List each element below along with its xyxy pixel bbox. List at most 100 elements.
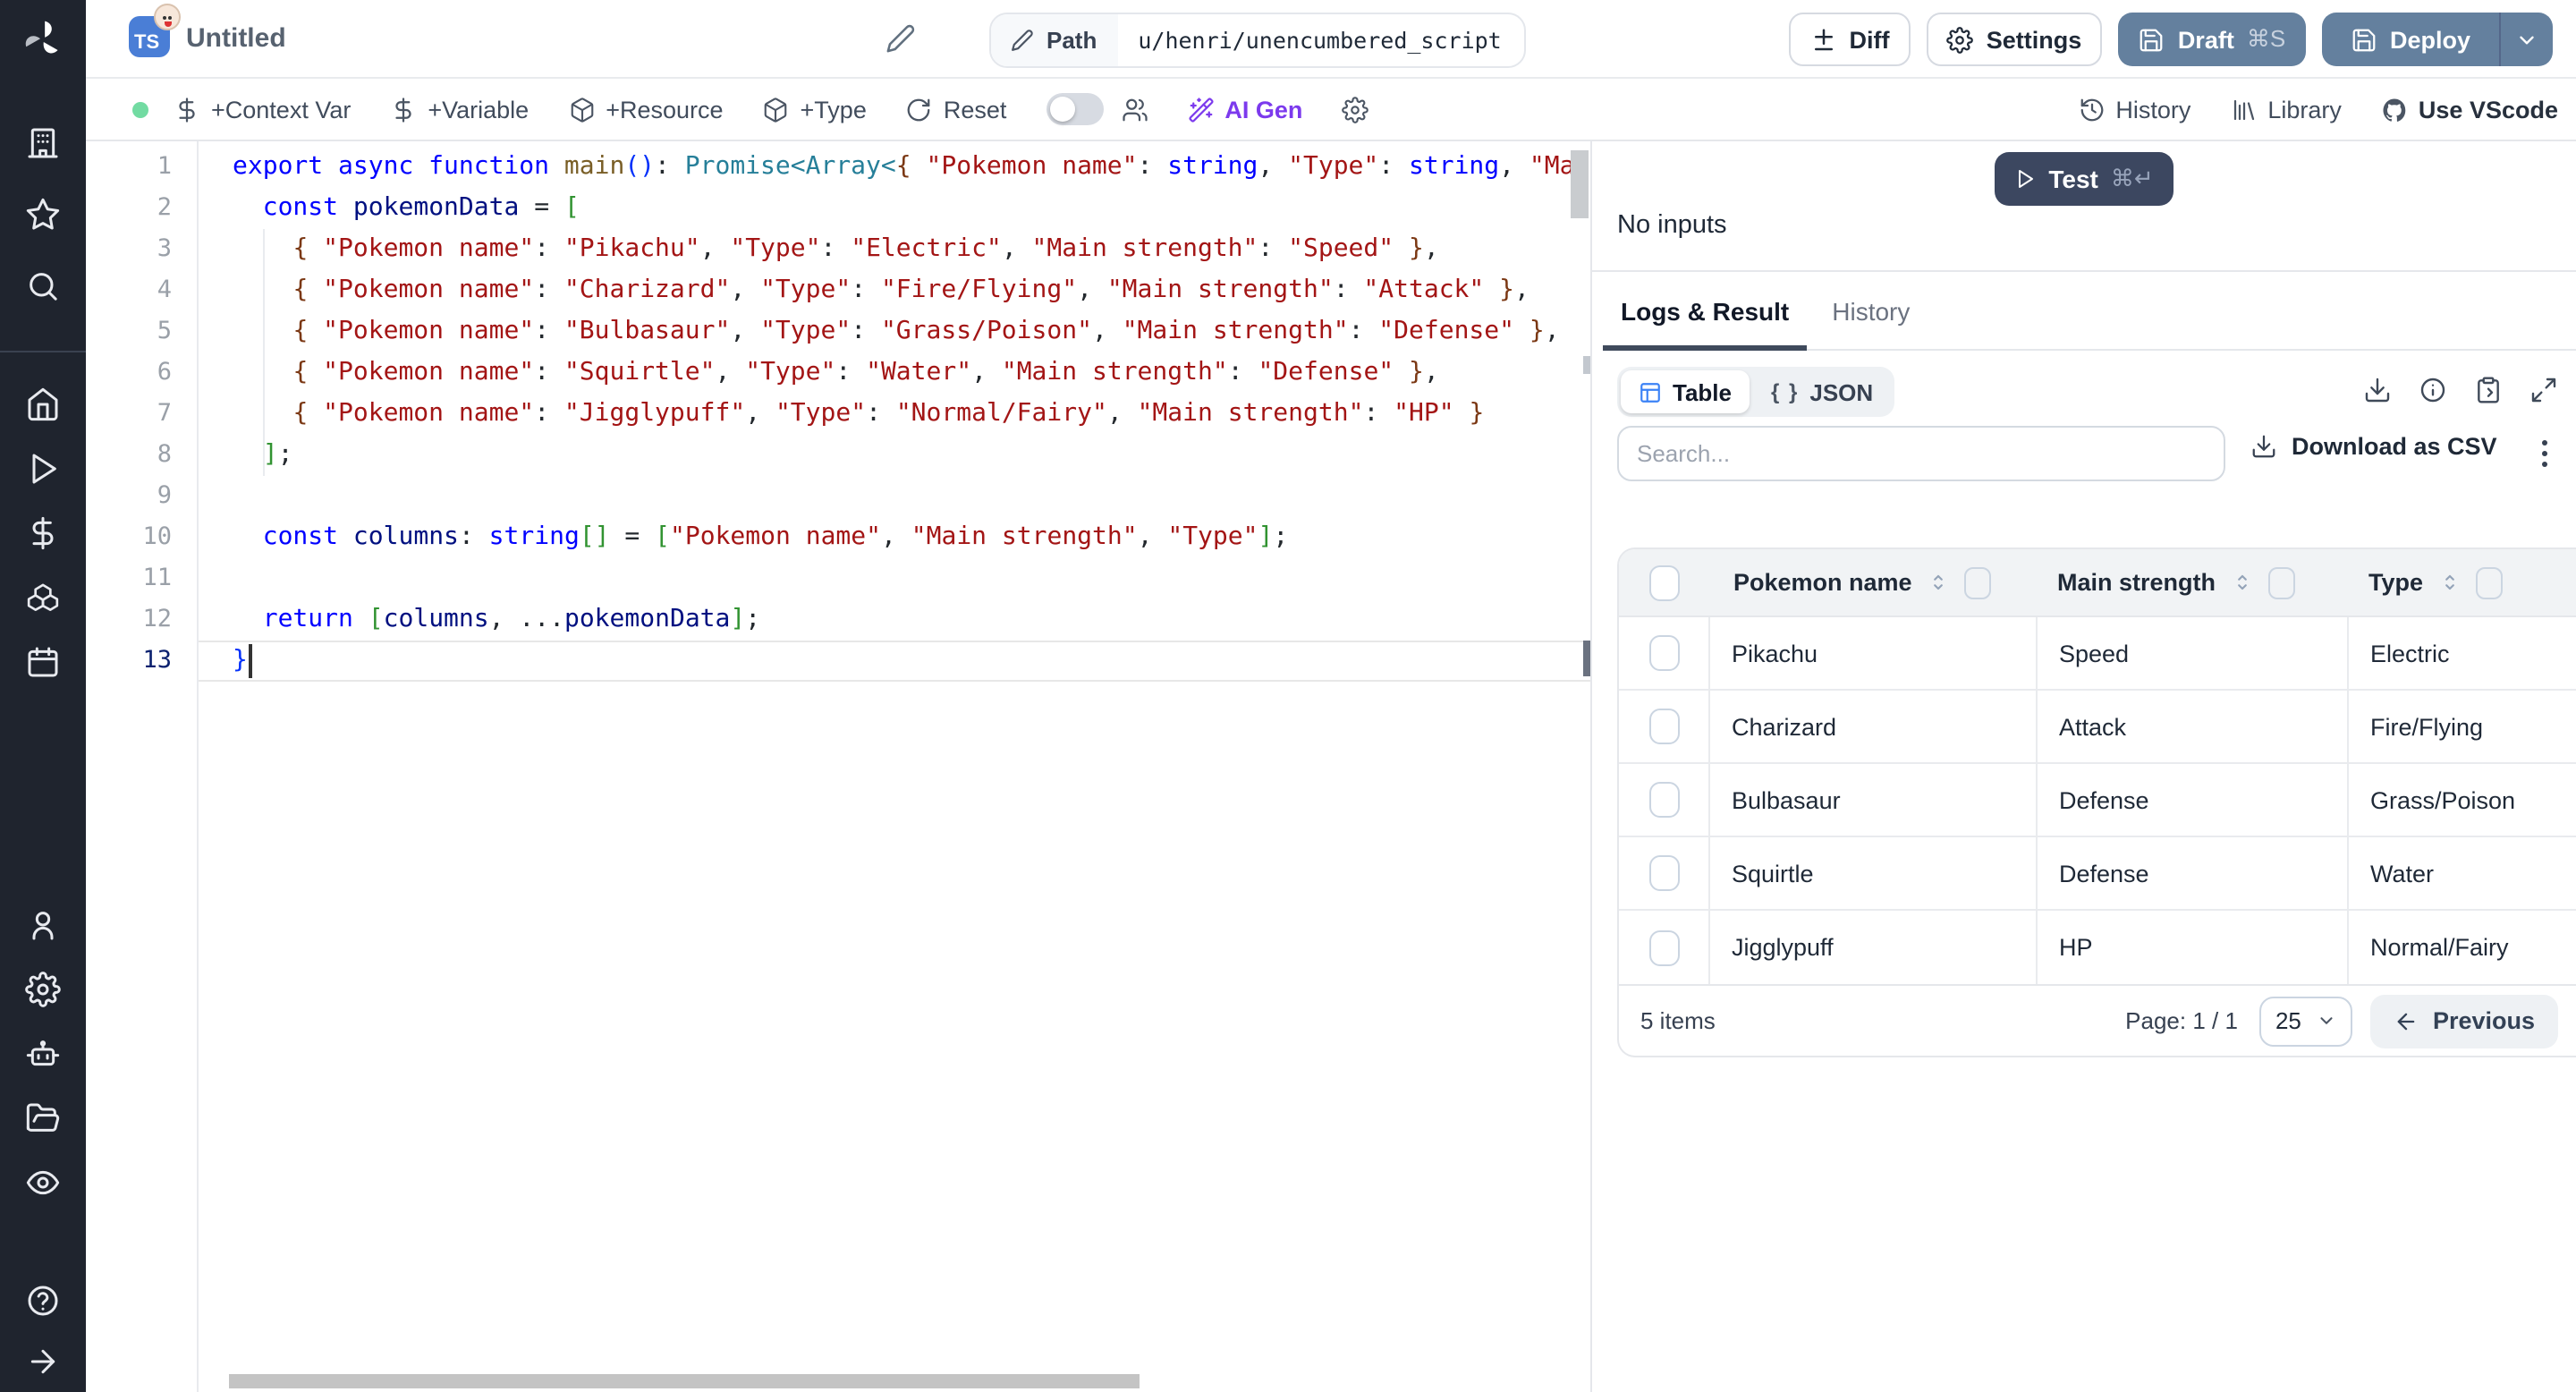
path-field[interactable]: Path u/henri/unencumbered_script: [989, 13, 1526, 68]
home-icon[interactable]: [25, 386, 61, 422]
column-header-label[interactable]: Pokemon name: [1733, 569, 1912, 596]
editor-vertical-scrollbar[interactable]: [1571, 150, 1589, 218]
page-size-select[interactable]: 25: [2258, 996, 2352, 1046]
code-editor[interactable]: 1 export async function main(): Promise<A…: [86, 141, 1590, 1392]
favorites-star-icon[interactable]: [25, 197, 61, 233]
code-line[interactable]: 9: [86, 476, 1590, 517]
column-header-label[interactable]: Type: [2368, 569, 2423, 596]
copy-clipboard-icon[interactable]: [2474, 376, 2503, 404]
search-input[interactable]: [1637, 440, 2206, 467]
save-icon: [2352, 28, 2376, 51]
code-line[interactable]: 2 const pokemonData = [: [86, 188, 1590, 229]
code-line[interactable]: 1 export async function main(): Promise<A…: [86, 147, 1590, 188]
help-icon[interactable]: [25, 1283, 61, 1319]
deploy-dropdown-button[interactable]: [2499, 13, 2553, 66]
line-number: 8: [157, 440, 172, 469]
package-icon: [765, 97, 787, 122]
settings-button[interactable]: Settings: [1927, 13, 2102, 66]
line-number: 1: [157, 152, 172, 181]
select-all-checkbox[interactable]: [1648, 564, 1679, 600]
code-line[interactable]: 5 { "Pokemon name": "Bulbasaur", "Type":…: [86, 311, 1590, 352]
schedules-calendar-icon[interactable]: [25, 644, 61, 680]
editor-settings-gear-icon[interactable]: [1342, 96, 1369, 123]
code-line[interactable]: 3 { "Pokemon name": "Pikachu", "Type": "…: [86, 229, 1590, 270]
workspace-building-icon[interactable]: [25, 125, 61, 161]
line-number: 13: [142, 646, 172, 675]
code-line[interactable]: 12 return [columns, ...pokemonData];: [86, 599, 1590, 641]
sort-icon[interactable]: [2230, 569, 2253, 596]
info-icon[interactable]: [2419, 376, 2447, 404]
path-value[interactable]: u/henri/unencumbered_script: [1118, 27, 1501, 54]
search-icon[interactable]: [25, 268, 61, 304]
result-search[interactable]: [1617, 426, 2225, 481]
edit-title-pencil-icon[interactable]: [886, 23, 916, 54]
row-checkbox[interactable]: [1648, 635, 1679, 671]
editor-horizontal-scrollbar[interactable]: [229, 1374, 1140, 1388]
column-toggle[interactable]: [1963, 566, 1991, 598]
chevron-down-icon: [2320, 1017, 2333, 1024]
items-count: 5 items: [1640, 1007, 1716, 1034]
column-toggle[interactable]: [2475, 566, 2503, 598]
runs-play-icon[interactable]: [25, 451, 61, 487]
reset-button[interactable]: Reset: [906, 96, 1006, 123]
library-button[interactable]: Library: [2230, 96, 2342, 123]
workers-robot-icon[interactable]: [25, 1036, 61, 1072]
row-checkbox[interactable]: [1648, 709, 1679, 744]
view-table-button[interactable]: Table: [1621, 370, 1750, 413]
code-text: export async function main(): Promise<Ar…: [233, 152, 1590, 181]
line-number: 3: [157, 234, 172, 263]
expand-icon[interactable]: [2529, 376, 2558, 404]
line-number: 2: [157, 193, 172, 222]
draft-button[interactable]: Draft ⌘S: [2118, 13, 2306, 66]
column-header-label[interactable]: Main strength: [2057, 569, 2216, 596]
code-line[interactable]: 7 { "Pokemon name": "Jigglypuff", "Type"…: [86, 394, 1590, 435]
history-button[interactable]: History: [2078, 96, 2190, 123]
add-resource-button[interactable]: +Resource: [568, 96, 724, 123]
table-row: Pikachu Speed Electric: [1619, 617, 2576, 691]
sort-icon[interactable]: [2437, 569, 2461, 596]
previous-page-button[interactable]: Previous: [2369, 994, 2558, 1048]
add-context-var-button[interactable]: +Context Var: [174, 96, 351, 123]
result-table: Pokemon name Main strength Type Pikachu …: [1617, 547, 2576, 1057]
code-text: { "Pokemon name": "Pikachu", "Type": "El…: [292, 234, 1439, 263]
add-type-button[interactable]: +Type: [763, 96, 867, 123]
ai-gen-button[interactable]: AI Gen: [1187, 96, 1302, 123]
windmill-logo-icon[interactable]: [20, 16, 66, 63]
sort-icon[interactable]: [1927, 569, 1950, 596]
code-line[interactable]: 6 { "Pokemon name": "Squirtle", "Type": …: [86, 352, 1590, 394]
code-line[interactable]: 11: [86, 558, 1590, 599]
arrow-left-icon: [2397, 1012, 2415, 1030]
column-toggle[interactable]: [2267, 566, 2295, 598]
code-line[interactable]: 4 { "Pokemon name": "Charizard", "Type":…: [86, 270, 1590, 311]
diff-button[interactable]: Diff: [1789, 13, 1911, 66]
variables-dollar-icon[interactable]: [25, 515, 61, 551]
editor-toolbar: +Context Var +Variable +Resource +Type R…: [86, 79, 2576, 141]
resources-boxes-icon[interactable]: [25, 580, 61, 615]
code-line[interactable]: 8 ];: [86, 435, 1590, 476]
code-lines[interactable]: 1 export async function main(): Promise<A…: [86, 147, 1590, 682]
tab-logs-result[interactable]: Logs & Result: [1603, 297, 1808, 351]
users-person-icon[interactable]: [25, 907, 61, 943]
view-json-button[interactable]: { } JSON: [1753, 370, 1891, 413]
tab-history[interactable]: History: [1814, 297, 1928, 349]
use-vscode-button[interactable]: Use VScode: [2381, 96, 2558, 123]
folders-icon[interactable]: [25, 1100, 61, 1136]
more-options-kebab-icon[interactable]: [2526, 433, 2562, 472]
test-run-button[interactable]: Test ⌘↵: [1995, 152, 2174, 206]
add-variable-button[interactable]: +Variable: [390, 96, 529, 123]
code-line[interactable]: 10 const columns: string[] = ["Pokemon n…: [86, 517, 1590, 558]
row-checkbox[interactable]: [1648, 929, 1679, 965]
deploy-button[interactable]: Deploy: [2322, 13, 2553, 66]
page-indicator: Page: 1 / 1: [2125, 1007, 2238, 1034]
audit-eye-icon[interactable]: [25, 1165, 61, 1201]
download-csv-button[interactable]: Download as CSV: [2250, 433, 2497, 460]
line-number: 11: [142, 564, 172, 592]
row-checkbox[interactable]: [1648, 855, 1679, 891]
settings-gear-icon[interactable]: [25, 972, 61, 1007]
row-checkbox[interactable]: [1648, 782, 1679, 818]
multiplayer-toggle[interactable]: [1046, 93, 1104, 125]
table-cell: Charizard: [1708, 691, 2036, 762]
download-icon[interactable]: [2363, 376, 2392, 404]
code-line[interactable]: 13}: [86, 641, 1590, 682]
expand-sidebar-arrow-icon[interactable]: [25, 1344, 61, 1379]
